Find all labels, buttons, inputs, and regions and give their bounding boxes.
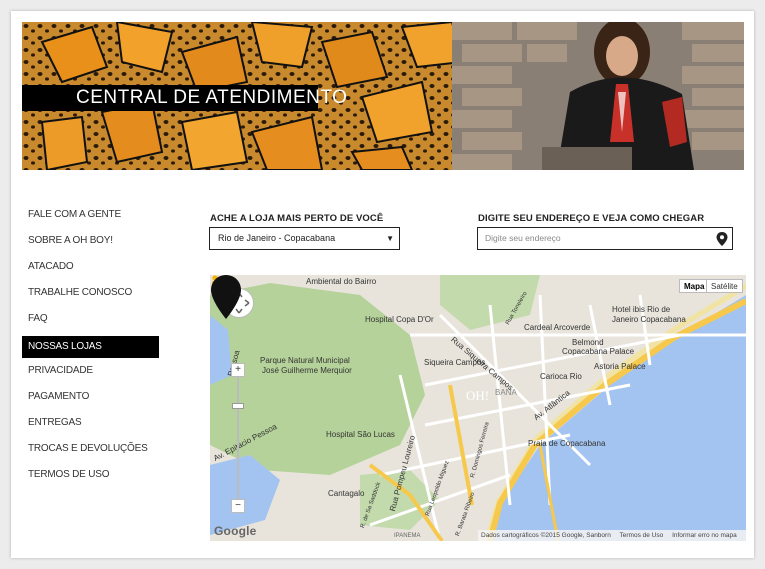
store-select[interactable]: Rio de Janeiro - Copacabana ▼ [209, 227, 400, 250]
zoom-out-button[interactable]: − [231, 499, 245, 513]
sidebar-item-privacidade[interactable]: PRIVACIDADE [22, 360, 159, 386]
sidebar-item-atacado[interactable]: ATACADO [22, 256, 159, 282]
hero-banner: CENTRAL DE ATENDIMENTO [22, 22, 744, 170]
address-placeholder: Digite seu endereço [485, 233, 561, 243]
map-data-attribution: Dados cartográficos ©2015 Google, Sanbor… [481, 532, 611, 539]
map-type-satellite-button[interactable]: Satélite [706, 279, 743, 293]
map-label: Ambiental do Bairro [306, 277, 377, 286]
store-map[interactable]: Ambiental do Bairro Hospital Copa D'Or C… [210, 275, 746, 541]
sidebar-item-trabalhe-conosco[interactable]: TRABALHE CONOSCO [22, 282, 159, 308]
map-label: Copacabana Palace [562, 347, 635, 356]
map-label: BANA [495, 388, 517, 397]
map-label: Janeiro Copacabana [612, 315, 686, 324]
sidebar-item-nossas-lojas[interactable]: NOSSAS LOJAS [22, 336, 159, 358]
map-label: Hotel ibis Rio de [612, 305, 671, 314]
map-label: Astoria Palace [594, 362, 646, 371]
sidebar-item-fale-com-a-gente[interactable]: FALE COM A GENTE [22, 204, 159, 230]
sidebar-item-faq[interactable]: FAQ [22, 308, 159, 334]
google-logo: Google [214, 524, 257, 538]
store-marker-icon[interactable] [210, 275, 242, 319]
sidebar-nav: FALE COM A GENTE SOBRE A OH BOY! ATACADO… [22, 204, 159, 490]
map-label: IPANEMA [394, 533, 421, 539]
map-label: Praia de Copacabana [528, 439, 606, 448]
map-attribution: Dados cartográficos ©2015 Google, Sanbor… [478, 530, 746, 541]
map-type-map-button[interactable]: Mapa [679, 279, 710, 293]
map-label: Hospital São Lucas [326, 430, 395, 439]
zoom-slider-track[interactable] [237, 377, 239, 499]
store-select-value: Rio de Janeiro - Copacabana [218, 233, 336, 243]
map-label: Carioca Rio [540, 372, 582, 381]
map-label: Cantagalo [328, 489, 365, 498]
chevron-down-icon: ▼ [386, 234, 394, 243]
map-label: Siqueira Campos [424, 358, 486, 367]
map-label: Belmond [572, 338, 604, 347]
location-pin-icon[interactable] [716, 232, 728, 246]
store-marker-label: OH! [466, 388, 490, 403]
sidebar-item-termos-de-uso[interactable]: TERMOS DE USO [22, 464, 159, 490]
map-label: José Guilherme Merquior [262, 366, 352, 375]
map-terms-link[interactable]: Termos de Uso [620, 532, 664, 539]
banner-title: CENTRAL DE ATENDIMENTO [22, 85, 347, 111]
sidebar-item-pagamento[interactable]: PAGAMENTO [22, 386, 159, 412]
zoom-in-button[interactable]: + [231, 363, 245, 377]
store-finder-label: ACHE A LOJA MAIS PERTO DE VOCÊ [210, 213, 384, 224]
map-report-error-link[interactable]: Informar erro no mapa [672, 532, 737, 539]
map-label: Cardeal Arcoverde [524, 323, 591, 332]
map-label: Parque Natural Municipal [260, 356, 350, 365]
map-label: Hospital Copa D'Or [365, 315, 434, 324]
zoom-control: + − [231, 363, 245, 513]
sidebar-item-trocas-e-devolucoes[interactable]: TROCAS E DEVOLUÇÕES [22, 438, 159, 464]
address-input[interactable]: Digite seu endereço [477, 227, 733, 250]
zoom-slider-thumb[interactable] [232, 403, 244, 409]
directions-label: DIGITE SEU ENDEREÇO E VEJA COMO CHEGAR [478, 213, 705, 224]
sidebar-item-sobre-a-oh-boy[interactable]: SOBRE A OH BOY! [22, 230, 159, 256]
sidebar-item-entregas[interactable]: ENTREGAS [22, 412, 159, 438]
